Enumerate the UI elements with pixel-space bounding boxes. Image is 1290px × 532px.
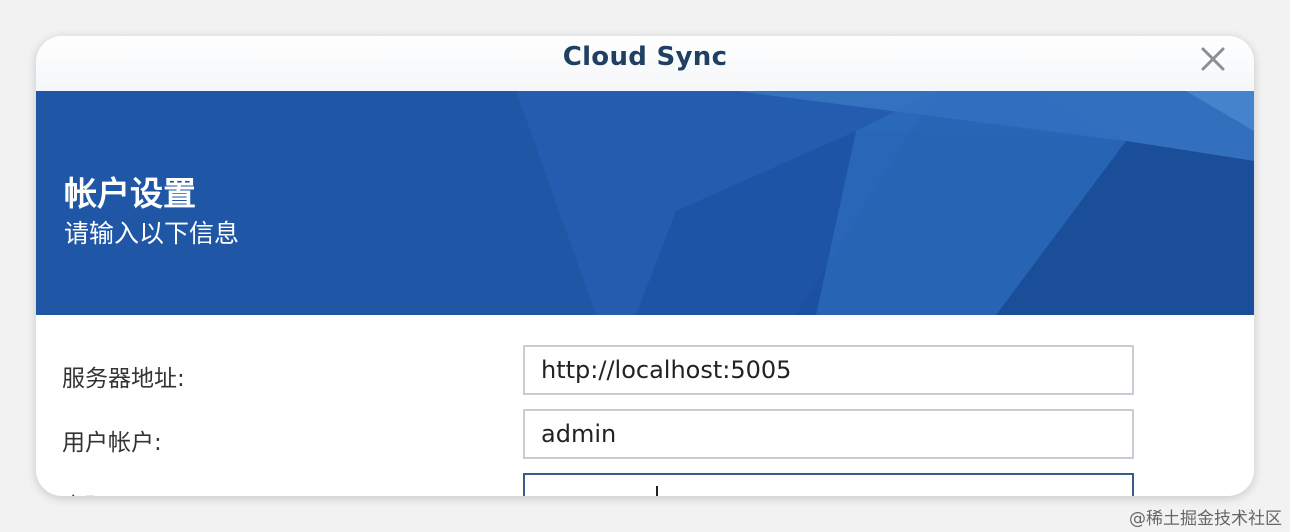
close-icon [1201,47,1225,71]
password-input[interactable] [523,473,1134,496]
password-row: 密码: [36,473,1254,496]
account-label: 用户帐户: [62,430,162,456]
password-label: 密码: [62,487,116,496]
cloud-sync-dialog: Cloud Sync 帐户设置 请输入以下信息 服务器地址: 用户帐户: [36,36,1254,496]
username-input[interactable] [523,409,1134,459]
banner-title: 帐户设置 [64,174,196,213]
close-button[interactable] [1198,44,1228,74]
banner-subtitle: 请输入以下信息 [64,219,240,248]
banner-background [36,91,1254,315]
header-banner: 帐户设置 请输入以下信息 [36,91,1254,315]
server-address-input[interactable] [523,345,1134,395]
text-caret [656,486,658,496]
window-title: Cloud Sync [562,42,728,72]
title-bar[interactable]: Cloud Sync [36,36,1254,91]
account-row: 用户帐户: [36,409,1254,465]
server-label: 服务器地址: [62,366,185,392]
watermark: @稀土掘金技术社区 [1129,509,1282,529]
server-row: 服务器地址: [36,345,1254,401]
